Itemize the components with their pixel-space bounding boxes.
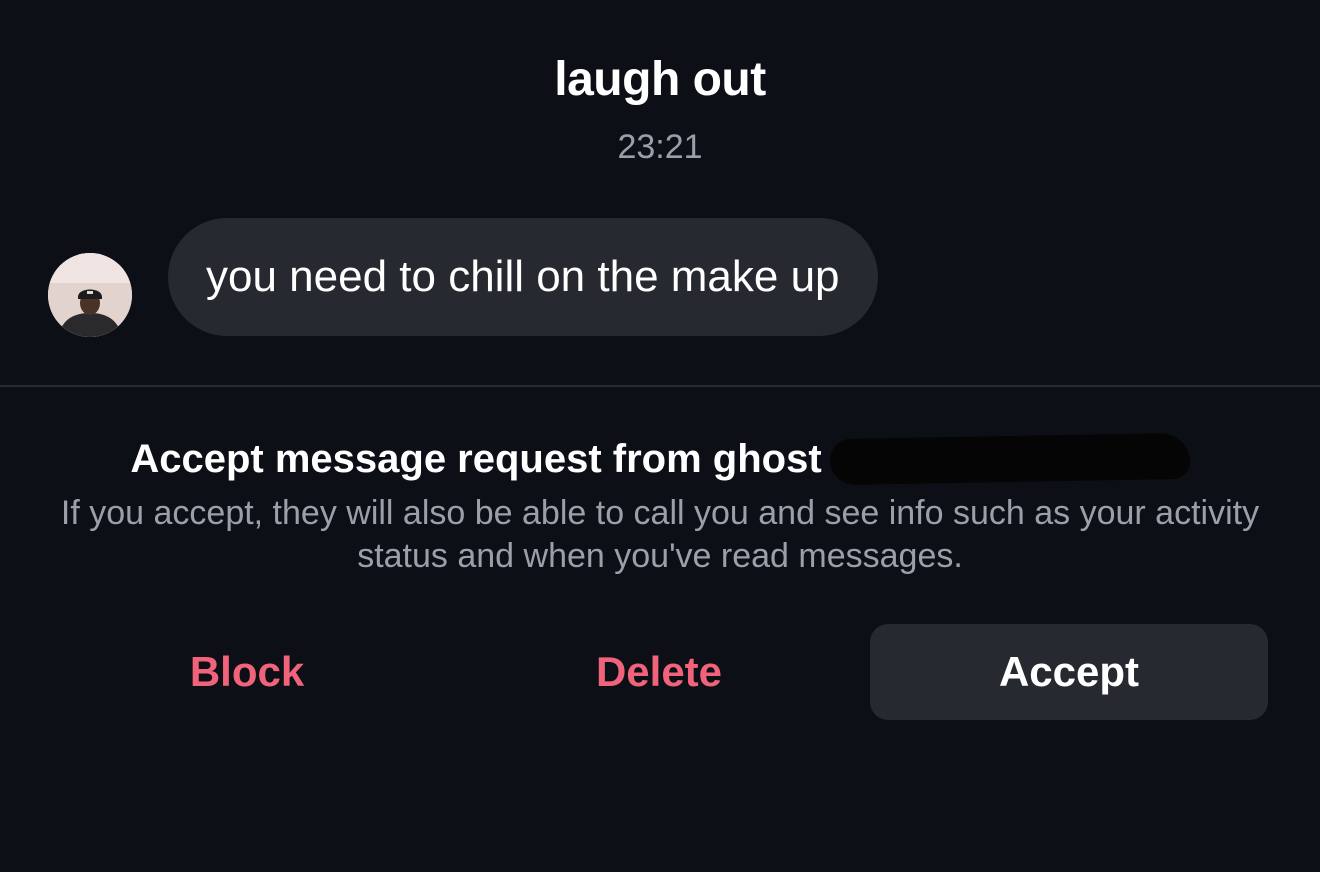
message-bubble[interactable]: you need to chill on the make up (168, 218, 878, 336)
message-timestamp: 23:21 (617, 128, 703, 166)
avatar-photo-icon (48, 253, 132, 337)
chat-title[interactable]: laugh out (0, 52, 1320, 107)
request-description: If you accept, they will also be able to… (60, 494, 1260, 575)
redaction-scribble (829, 432, 1191, 486)
request-actions: Block Delete Accept (0, 624, 1320, 722)
request-title-text: Accept message request from ghost (130, 437, 822, 481)
block-button[interactable]: Block (48, 624, 446, 720)
avatar[interactable] (48, 253, 132, 337)
request-title: Accept message request from ghost (0, 432, 1320, 486)
chat-header: laugh out 23:21 (0, 0, 1320, 200)
delete-button[interactable]: Delete (460, 624, 858, 720)
divider (0, 385, 1320, 387)
message-row: you need to chill on the make up (0, 216, 1320, 340)
accept-button[interactable]: Accept (870, 624, 1268, 720)
